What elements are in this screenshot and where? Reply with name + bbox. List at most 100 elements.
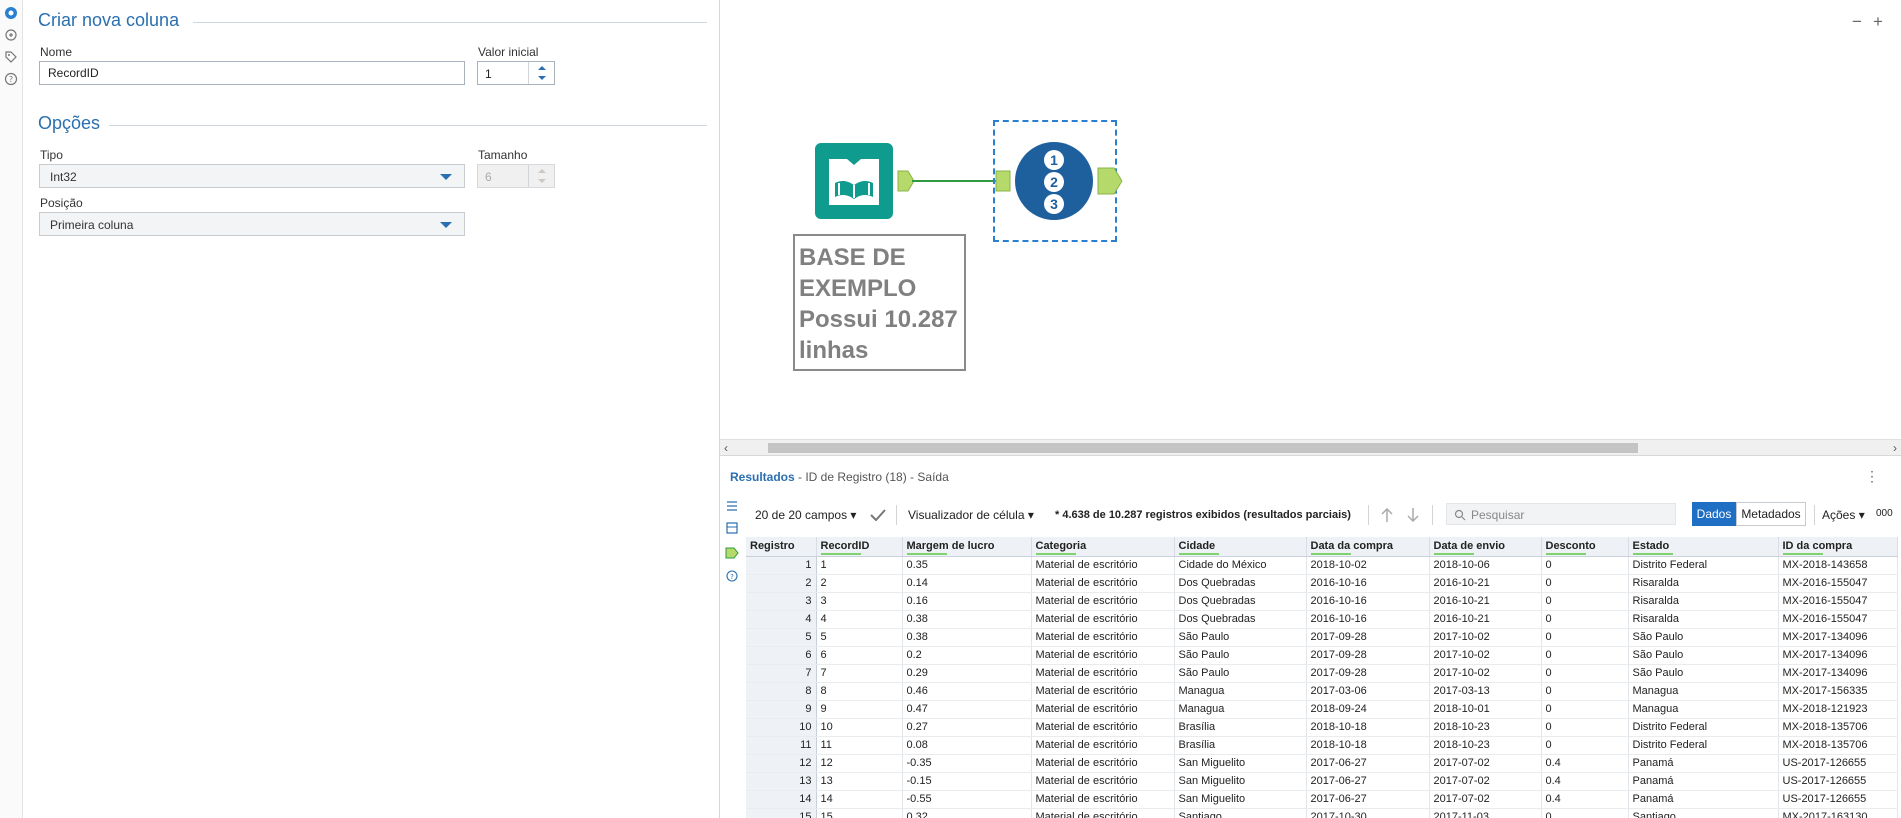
column-header[interactable]: Data da compra — [1306, 537, 1430, 557]
position-select[interactable]: Primeira coluna — [39, 212, 465, 236]
row-number-cell[interactable]: 5 — [746, 628, 817, 647]
table-cell[interactable]: Santiago — [1174, 808, 1307, 818]
help-icon[interactable]: ? — [726, 570, 738, 582]
table-cell[interactable]: 2017-11-03 — [1429, 808, 1542, 818]
table-cell[interactable]: 0.38 — [902, 628, 1032, 647]
table-cell[interactable]: Material de escritório — [1031, 592, 1175, 611]
table-cell[interactable]: 7 — [816, 664, 903, 683]
table-cell[interactable]: MX-2017-134096 — [1778, 664, 1898, 683]
table-cell[interactable]: 2017-06-27 — [1306, 790, 1430, 809]
table-cell[interactable]: 0.32 — [902, 808, 1032, 818]
table-cell[interactable]: 0.2 — [902, 646, 1032, 665]
list-icon[interactable] — [726, 500, 738, 512]
table-cell[interactable]: 15 — [816, 808, 903, 818]
table-cell[interactable]: San Miguelito — [1174, 790, 1307, 809]
table-cell[interactable]: 2 — [816, 574, 903, 593]
table-cell[interactable]: 12 — [816, 754, 903, 773]
row-number-cell[interactable]: 3 — [746, 592, 817, 611]
table-cell[interactable]: Material de escritório — [1031, 700, 1175, 719]
table-cell[interactable]: 2017-07-02 — [1429, 754, 1542, 773]
table-cell[interactable]: Distrito Federal — [1628, 556, 1779, 575]
row-number-cell[interactable]: 8 — [746, 682, 817, 701]
table-cell[interactable]: 0.4 — [1541, 772, 1629, 791]
table-cell[interactable]: MX-2017-156335 — [1778, 682, 1898, 701]
row-number-cell[interactable]: 6 — [746, 646, 817, 665]
row-number-cell[interactable]: 2 — [746, 574, 817, 593]
table-cell[interactable]: São Paulo — [1174, 628, 1307, 647]
table-cell[interactable]: São Paulo — [1174, 646, 1307, 665]
table-cell[interactable]: Managua — [1628, 682, 1779, 701]
comment-box[interactable]: BASE DE EXEMPLO Possui 10.287 linhas — [793, 234, 966, 371]
table-cell[interactable]: Material de escritório — [1031, 664, 1175, 683]
table-cell[interactable]: 0.14 — [902, 574, 1032, 593]
cell-viewer-selector[interactable]: Visualizador de célula ▾ — [908, 508, 1034, 522]
output-anchor-icon[interactable] — [725, 547, 739, 559]
column-header[interactable]: Categoria — [1031, 537, 1175, 557]
table-cell[interactable]: 4 — [816, 610, 903, 629]
column-header[interactable]: Margem de lucro — [902, 537, 1032, 557]
table-cell[interactable]: Material de escritório — [1031, 628, 1175, 647]
table-row[interactable]: 5 5 0.38 Material de escritório São Paulo 201… — [746, 628, 1898, 647]
table-row[interactable]: 2 2 0.14 Material de escritório Dos Quebrada… — [746, 574, 1898, 593]
table-cell[interactable]: 2018-09-24 — [1306, 700, 1430, 719]
table-cell[interactable]: 2018-10-18 — [1306, 736, 1430, 755]
table-cell[interactable]: Material de escritório — [1031, 808, 1175, 818]
table-cell[interactable]: 10 — [816, 718, 903, 737]
table-cell[interactable]: São Paulo — [1628, 646, 1779, 665]
table-cell[interactable]: 2018-10-02 — [1306, 556, 1430, 575]
table-cell[interactable]: 0.29 — [902, 664, 1032, 683]
table-cell[interactable]: Santiago — [1628, 808, 1779, 818]
table-cell[interactable]: Panamá — [1628, 772, 1779, 791]
table-cell[interactable]: US-2017-126655 — [1778, 754, 1898, 773]
table-cell[interactable]: 2016-10-21 — [1429, 592, 1542, 611]
row-number-cell[interactable]: 7 — [746, 664, 817, 683]
table-cell[interactable]: 2017-06-27 — [1306, 772, 1430, 791]
table-cell[interactable]: 2017-03-13 — [1429, 682, 1542, 701]
table-cell[interactable]: US-2017-126655 — [1778, 790, 1898, 809]
table-cell[interactable]: Material de escritório — [1031, 682, 1175, 701]
table-cell[interactable]: Material de escritório — [1031, 772, 1175, 791]
table-cell[interactable]: Risaralda — [1628, 574, 1779, 593]
tab-metadata[interactable]: Metadados — [1736, 502, 1806, 526]
zoom-in-button[interactable]: + — [1868, 12, 1888, 32]
column-header[interactable]: Data de envio — [1429, 537, 1542, 557]
table-row[interactable]: 8 8 0.46 Material de escritório Managua 2017-… — [746, 682, 1898, 701]
actions-menu[interactable]: Ações ▾ — [1822, 508, 1865, 522]
table-cell[interactable]: Material de escritório — [1031, 646, 1175, 665]
table-cell[interactable]: Brasília — [1174, 736, 1307, 755]
format-toggle[interactable]: 000 — [1876, 508, 1893, 519]
row-number-cell[interactable]: 12 — [746, 754, 817, 773]
table-cell[interactable]: Material de escritório — [1031, 556, 1175, 575]
table-cell[interactable]: São Paulo — [1174, 664, 1307, 683]
table-cell[interactable]: Dos Quebradas — [1174, 574, 1307, 593]
initial-value-stepper[interactable]: 1 — [477, 61, 555, 85]
table-cell[interactable]: MX-2016-155047 — [1778, 592, 1898, 611]
table-cell[interactable]: 0 — [1541, 736, 1629, 755]
search-input[interactable]: Pesquisar — [1446, 503, 1676, 525]
table-row[interactable]: 9 9 0.47 Material de escritório Managua 2018-… — [746, 700, 1898, 719]
table-row[interactable]: 3 3 0.16 Material de escritório Dos Quebrada… — [746, 592, 1898, 611]
table-cell[interactable]: 2017-10-30 — [1306, 808, 1430, 818]
table-cell[interactable]: MX-2018-135706 — [1778, 718, 1898, 737]
table-cell[interactable]: 0 — [1541, 610, 1629, 629]
table-cell[interactable]: MX-2017-163130 — [1778, 808, 1898, 818]
table-cell[interactable]: 0.46 — [902, 682, 1032, 701]
row-number-cell[interactable]: 11 — [746, 736, 817, 755]
table-cell[interactable]: 13 — [816, 772, 903, 791]
table-cell[interactable]: 2016-10-16 — [1306, 610, 1430, 629]
table-cell[interactable]: 2017-09-28 — [1306, 628, 1430, 647]
table-cell[interactable]: 0 — [1541, 718, 1629, 737]
table-cell[interactable]: Brasília — [1174, 718, 1307, 737]
table-cell[interactable]: 2016-10-16 — [1306, 592, 1430, 611]
table-cell[interactable]: 2018-10-06 — [1429, 556, 1542, 575]
gear-icon[interactable] — [4, 6, 18, 20]
scrollbar-thumb[interactable] — [768, 443, 1638, 453]
arrow-down-icon[interactable] — [1406, 507, 1420, 523]
table-cell[interactable]: 0.27 — [902, 718, 1032, 737]
table-cell[interactable]: MX-2017-134096 — [1778, 646, 1898, 665]
table-cell[interactable]: Material de escritório — [1031, 574, 1175, 593]
table-row[interactable]: 7 7 0.29 Material de escritório São Paulo 201… — [746, 664, 1898, 683]
table-cell[interactable]: 2016-10-21 — [1429, 574, 1542, 593]
table-cell[interactable]: 0 — [1541, 682, 1629, 701]
table-cell[interactable]: 8 — [816, 682, 903, 701]
